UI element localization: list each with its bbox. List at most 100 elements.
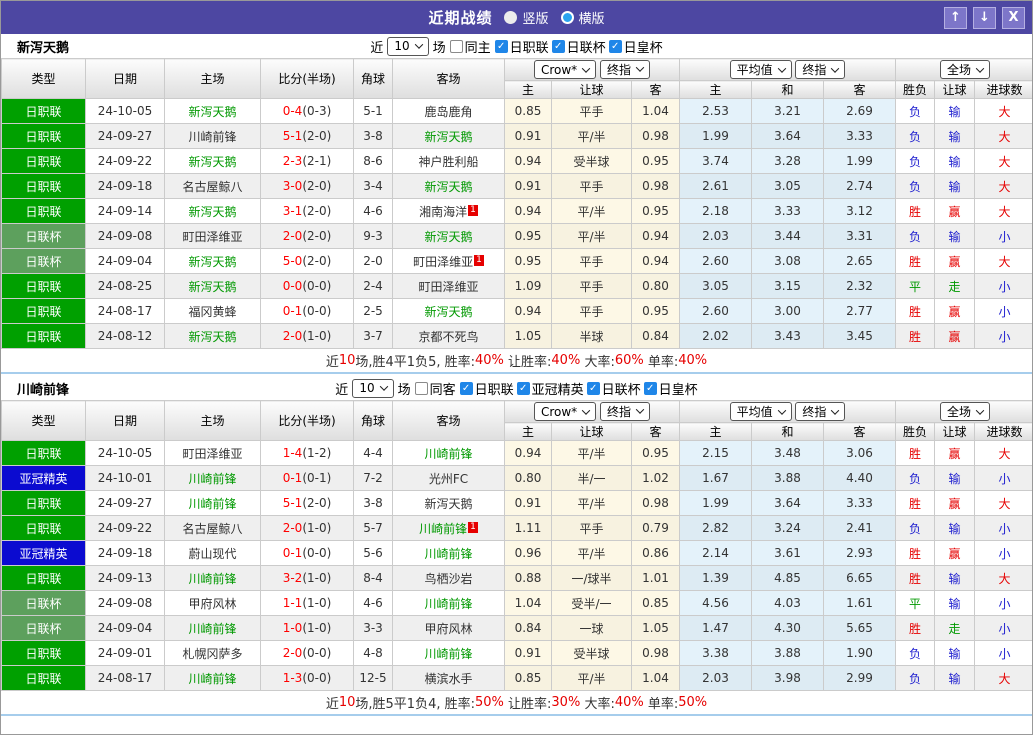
avg-source-select[interactable]: 平均值 [729,402,792,421]
summary-text: 10 [338,353,356,368]
period-select[interactable]: 全场 [940,60,991,79]
halftime-score: (0-0) [302,279,332,293]
avg-home-cell: 1.47 [679,615,753,641]
odds-away-cell: 0.95 [630,148,681,174]
checkbox-checked-icon[interactable]: ✓ [516,381,530,395]
col-result-handicap: 让球 [934,422,976,441]
halftime-score: (0-1) [302,471,332,485]
radio-selected-icon[interactable] [560,11,574,24]
home-team-cell: 町田泽维亚 [164,223,261,249]
league-filter-item[interactable]: ✓ 日联杯 [551,37,606,56]
score-cell: 0-4(0-3) [260,98,354,124]
league-filter-item[interactable]: ✓ 日皇杯 [608,37,663,56]
league-filter-item[interactable]: ✓ 日皇杯 [643,379,698,398]
avg-draw-cell: 3.21 [751,98,825,124]
avg-home-cell: 1.99 [679,490,753,516]
corner-cell: 8-6 [353,148,393,174]
odds-home-cell: 0.80 [504,465,552,491]
odds-provider-select[interactable]: Crow* [533,402,597,422]
summary-text: 场,胜4平1负5, 胜率: [355,355,475,370]
same-venue-filter[interactable]: 同主 [449,37,491,56]
result-handicap-cell: 赢 [934,323,976,349]
period-select[interactable]: 全场 [940,402,991,421]
odds-home-cell: 1.05 [504,323,552,349]
team-name: 新泻天鹅 [188,279,237,294]
checkbox-unchecked-icon[interactable] [414,381,428,395]
same-venue-filter[interactable]: 同客 [414,379,456,398]
radio-unselected-icon[interactable] [504,11,518,24]
halftime-score: (0-0) [302,671,332,685]
summary-text: 场,胜5平1负4, 胜率: [355,697,475,712]
same-venue-label: 同主 [464,40,491,56]
result-goals-cell: 小 [974,323,1032,349]
games-count-select[interactable]: 10 [352,378,394,398]
score-cell: 5-0(2-0) [260,248,354,274]
date-cell: 24-09-22 [85,515,165,541]
league-filter-label: 日皇杯 [623,40,663,56]
odds-home-cell: 0.94 [504,440,552,466]
odds-time-select[interactable]: 终指 [600,401,651,421]
league-filter-item[interactable]: ✓ 亚冠精英 [516,379,584,398]
league-cell: 日职联 [1,565,86,591]
match-row: 日职联 24-08-17 福冈黄蜂 0-1(0-0) 2-5 新泻天鹅 0.94 平手 0.95… [1,298,1032,324]
odds-home-cell: 0.94 [504,198,552,224]
same-venue-label: 同客 [429,382,456,398]
move-down-button[interactable]: ↓ [973,6,996,29]
corner-cell: 3-8 [353,490,393,516]
date-cell: 24-09-08 [85,223,165,249]
corner-cell: 3-8 [353,123,393,149]
avg-home-cell: 2.02 [679,323,753,349]
close-button[interactable]: X [1002,6,1025,29]
odds-handicap-cell: 平/半 [551,665,632,691]
checkbox-checked-icon[interactable]: ✓ [608,39,622,53]
checkbox-checked-icon[interactable]: ✓ [551,39,565,53]
avg-time-select[interactable]: 终指 [795,402,846,421]
league-filter-item[interactable]: ✓ 日职联 [459,379,514,398]
avg-draw-cell: 3.28 [751,148,825,174]
checkbox-unchecked-icon[interactable] [449,39,463,53]
avg-source-value: 平均值 [736,63,773,77]
result-goals-cell: 小 [974,223,1032,249]
league-filter-label: 日联杯 [601,382,641,398]
layout-radio-vertical[interactable]: 竖版 [504,8,549,27]
odds-handicap-cell: 平手 [551,298,632,324]
date-cell: 24-08-12 [85,323,165,349]
odds-provider-value: Crow* [540,404,578,419]
odds-handicap-cell: 平/半 [551,223,632,249]
odds-away-cell: 1.04 [630,98,681,124]
odds-provider-select[interactable]: Crow* [533,60,597,80]
result-handicap-cell: 走 [934,615,976,641]
league-filter-item[interactable]: ✓ 日联杯 [586,379,641,398]
checkbox-checked-icon[interactable]: ✓ [586,381,600,395]
avg-time-select[interactable]: 终指 [795,60,846,79]
fulltime-score: 2-0 [282,229,303,243]
col-score: 比分(半场) [260,58,354,99]
col-odds-home: 主 [504,80,552,99]
result-handicap-cell: 输 [934,148,976,174]
avg-away-cell: 3.31 [823,223,897,249]
result-goals-cell: 大 [974,665,1032,691]
team-name: 町田泽维亚 [182,229,243,244]
away-team-cell: 川崎前锋 [392,640,505,666]
score-cell: 5-1(2-0) [260,490,354,516]
team-name: 湘南海洋 [419,204,468,219]
league-cell: 日职联 [1,148,86,174]
avg-time-value: 终指 [802,405,827,419]
corner-cell: 9-3 [353,223,393,249]
col-type: 类型 [1,400,86,441]
games-count-select[interactable]: 10 [387,36,429,56]
league-filter-item[interactable]: ✓ 日职联 [494,37,549,56]
radio-label-horizontal: 横版 [578,12,605,27]
match-row: 亚冠精英 24-10-01 川崎前锋 0-1(0-1) 7-2 光州FC 0.80 半/一 1.… [1,465,1032,491]
checkbox-checked-icon[interactable]: ✓ [459,381,473,395]
odds-time-select[interactable]: 终指 [600,59,651,79]
result-handicap-cell: 输 [934,640,976,666]
checkbox-checked-icon[interactable]: ✓ [494,39,508,53]
league-cell: 日职联 [1,173,86,199]
move-up-button[interactable]: ↑ [944,6,967,29]
team-name: 新泻天鹅 [424,129,473,144]
score-cell: 2-0(1-0) [260,515,354,541]
checkbox-checked-icon[interactable]: ✓ [643,381,657,395]
avg-source-select[interactable]: 平均值 [729,60,792,79]
layout-radio-horizontal[interactable]: 横版 [560,8,605,27]
